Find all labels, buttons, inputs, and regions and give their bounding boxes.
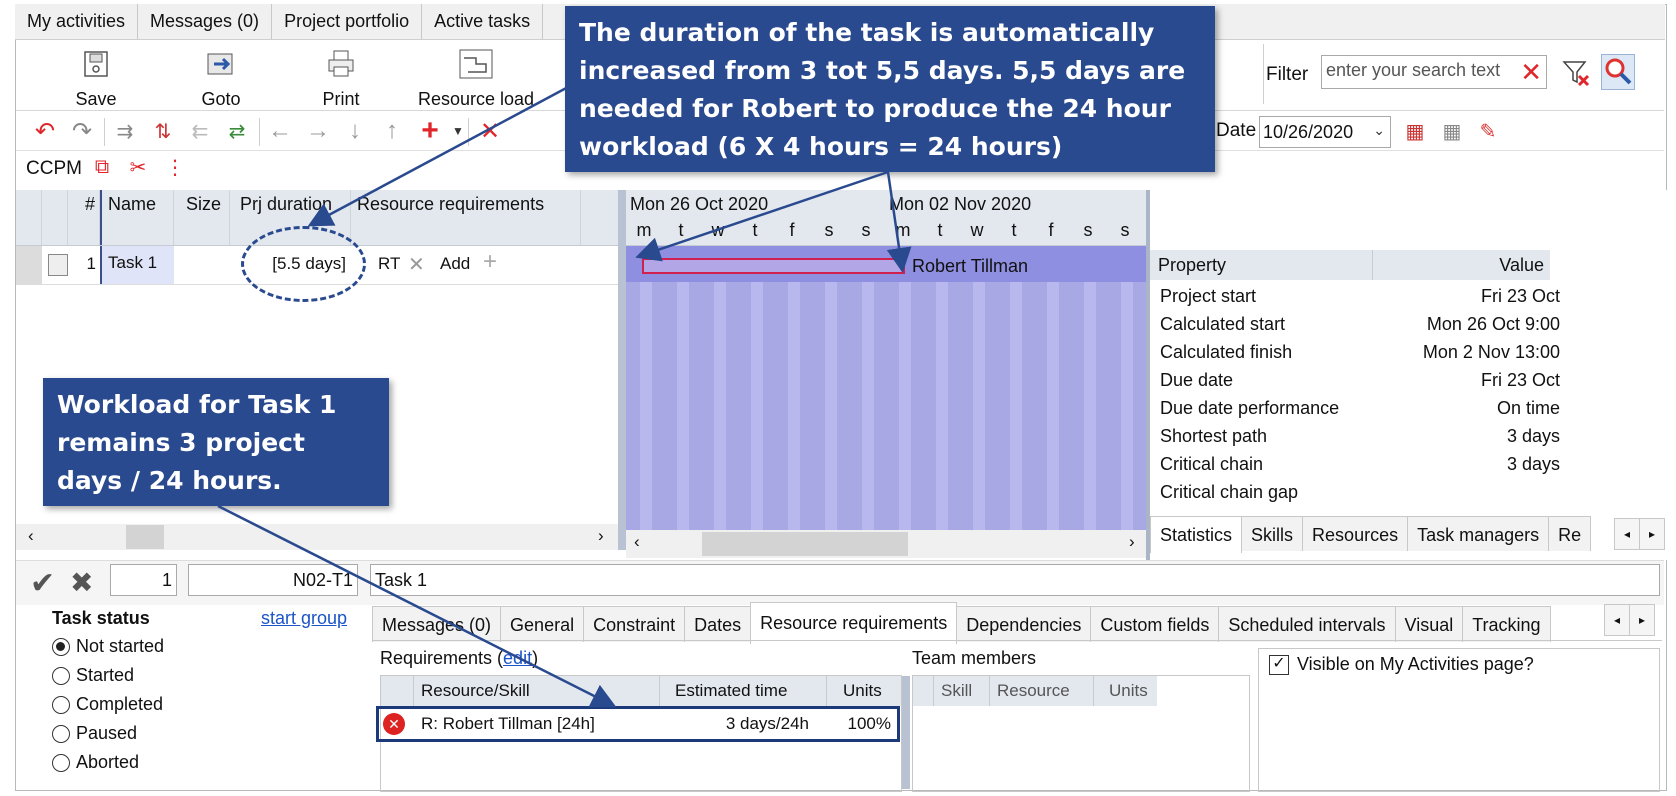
arrow-to-requirement — [217, 504, 617, 708]
arrow-to-bar-end — [886, 171, 912, 273]
callout-arrows — [217, 84, 912, 708]
arrow-to-duration — [307, 84, 571, 227]
arrow-to-bar-start — [635, 170, 889, 262]
